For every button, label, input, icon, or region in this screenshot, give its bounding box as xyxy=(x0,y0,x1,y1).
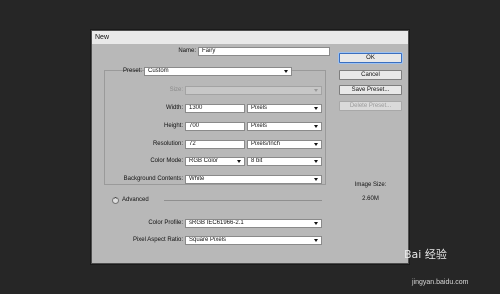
color-profile-select[interactable]: sRGB IEC61966-2.1 xyxy=(185,219,322,228)
screen: { "dialog": { "title": "New", "name_labe… xyxy=(0,0,500,294)
chevron-down-icon xyxy=(314,89,318,92)
chevron-down-icon xyxy=(314,239,318,242)
background-contents-value: White xyxy=(189,176,205,182)
image-size-value: 2.60M xyxy=(362,196,379,202)
delete-preset-button: Delete Preset... xyxy=(339,101,402,111)
size-select xyxy=(185,86,322,95)
bit-depth-value: 8 bit xyxy=(251,158,263,164)
color-mode-select[interactable]: RGB Color xyxy=(185,157,245,166)
advanced-divider xyxy=(164,200,322,201)
pixel-aspect-ratio-value: Square Pixels xyxy=(189,237,227,243)
resolution-input[interactable]: 72 xyxy=(185,140,245,149)
dialog-title: New xyxy=(92,31,408,44)
color-profile-label: Color Profile: xyxy=(148,220,183,226)
cancel-button[interactable]: Cancel xyxy=(339,70,402,80)
save-preset-button[interactable]: Save Preset... xyxy=(339,85,402,95)
new-document-dialog: New Name: Fairy Preset: Custom Size: Wid… xyxy=(90,29,410,265)
resolution-unit-value: Pixels/Inch xyxy=(251,141,281,147)
height-label: Height: xyxy=(163,123,183,129)
background-contents-select[interactable]: White xyxy=(185,175,322,184)
pixel-aspect-ratio-label: Pixel Aspect Ratio: xyxy=(132,237,183,243)
height-input[interactable]: 700 xyxy=(185,122,245,131)
color-mode-label: Color Mode: xyxy=(150,158,183,164)
height-unit-select[interactable]: Pixels xyxy=(247,122,322,131)
bit-depth-select[interactable]: 8 bit xyxy=(247,157,322,166)
chevron-down-icon xyxy=(314,222,318,225)
dialog-content: Name: Fairy Preset: Custom Size: Width: … xyxy=(92,44,408,263)
resolution-label: Resolution: xyxy=(152,141,183,147)
watermark-url: jingyan.baidu.com xyxy=(412,279,469,286)
advanced-toggle-icon[interactable]: ^ xyxy=(112,197,119,204)
baidu-watermark: Bai 经验 xyxy=(404,248,447,261)
chevron-down-icon xyxy=(314,107,318,110)
chevron-down-icon xyxy=(314,125,318,128)
width-unit-select[interactable]: Pixels xyxy=(247,104,322,113)
chevron-down-icon xyxy=(314,160,318,163)
advanced-label: Advanced xyxy=(122,197,149,203)
size-label: Size: xyxy=(169,87,183,93)
preset-label: Preset: xyxy=(122,68,142,74)
width-input[interactable]: 1300 xyxy=(185,104,245,113)
chevron-down-icon xyxy=(314,178,318,181)
name-label: Name: xyxy=(178,48,196,54)
preset-select[interactable]: Custom xyxy=(144,67,292,76)
chevron-down-icon xyxy=(237,160,241,163)
ok-button[interactable]: OK xyxy=(339,53,402,63)
height-unit-value: Pixels xyxy=(251,123,268,129)
image-size-label: Image Size: xyxy=(354,182,387,188)
color-mode-value: RGB Color xyxy=(189,158,219,164)
background-contents-label: Background Contents: xyxy=(123,176,183,182)
name-input[interactable]: Fairy xyxy=(198,47,330,56)
chevron-down-icon xyxy=(314,143,318,146)
pixel-aspect-ratio-select[interactable]: Square Pixels xyxy=(185,236,322,245)
chevron-down-icon xyxy=(284,70,288,73)
color-profile-value: sRGB IEC61966-2.1 xyxy=(189,220,244,226)
preset-value: Custom xyxy=(148,68,169,74)
resolution-unit-select[interactable]: Pixels/Inch xyxy=(247,140,322,149)
width-unit-value: Pixels xyxy=(251,105,268,111)
width-label: Width: xyxy=(165,105,183,111)
